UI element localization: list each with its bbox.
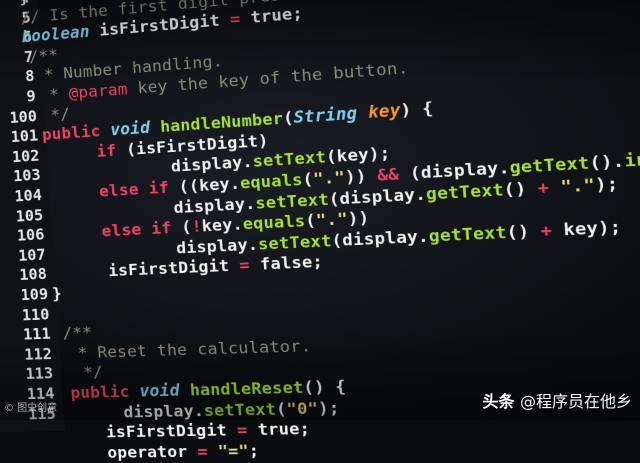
code-token: setText bbox=[254, 189, 330, 213]
code-token: handleReset bbox=[189, 378, 305, 400]
code-token: () bbox=[505, 220, 542, 243]
code-token: )) bbox=[344, 165, 378, 187]
code-line: /** bbox=[29, 45, 59, 66]
line-number: 112 bbox=[23, 344, 53, 364]
code-token: () { bbox=[302, 376, 347, 398]
code-token: key bbox=[367, 100, 402, 123]
code-token: if bbox=[96, 141, 117, 161]
code-line: */ bbox=[73, 363, 104, 382]
code-line: */ bbox=[40, 104, 71, 125]
code-token: equals bbox=[242, 211, 306, 234]
code-token: void bbox=[138, 381, 181, 401]
code-token: ); bbox=[317, 398, 341, 418]
code-token: true; bbox=[239, 3, 304, 29]
code-token: (display. bbox=[330, 226, 430, 251]
code-token: public bbox=[41, 121, 102, 145]
code-token: setText bbox=[203, 399, 277, 420]
code-token: void bbox=[109, 118, 151, 140]
code-token: setText bbox=[257, 231, 333, 254]
code-token: "0" bbox=[285, 398, 319, 419]
watermark-brand: 头条 bbox=[482, 392, 515, 411]
code-token: getText bbox=[508, 153, 591, 178]
code-line: display.setText("0"); bbox=[84, 398, 340, 422]
code-token: } bbox=[19, 0, 30, 7]
line-number: 113 bbox=[25, 364, 54, 384]
line-number: 108 bbox=[18, 265, 48, 285]
code-token: && bbox=[376, 164, 400, 185]
code-token: */ bbox=[40, 104, 71, 125]
watermark-author: 头条 @程序员在他乡 bbox=[482, 388, 632, 412]
code-token: (display. bbox=[328, 184, 427, 209]
code-token: equals bbox=[239, 170, 304, 193]
code-token: else if bbox=[101, 218, 172, 241]
code-token: false; bbox=[249, 252, 324, 275]
code-token: /** bbox=[28, 45, 59, 66]
code-token: )) bbox=[347, 208, 370, 229]
code-line: } bbox=[19, 0, 30, 7]
code-token: "=" bbox=[217, 441, 250, 461]
watermark-credit: © 图虫创意 bbox=[4, 403, 58, 414]
code-token: ) { bbox=[399, 98, 434, 121]
code-token: isFirstDigit bbox=[68, 256, 241, 283]
line-number: 110 bbox=[21, 304, 50, 325]
code-token: */ bbox=[72, 362, 104, 383]
code-token: () bbox=[503, 177, 539, 200]
code-token: key); bbox=[551, 216, 623, 241]
line-number: 111 bbox=[22, 324, 52, 344]
code-token: "." bbox=[315, 209, 349, 231]
code-token: getText bbox=[428, 222, 508, 246]
code-token: true; bbox=[246, 419, 311, 440]
code-line: isFirstDigit = true; bbox=[66, 419, 311, 443]
code-token: @param bbox=[68, 79, 129, 103]
code-token: operator bbox=[67, 441, 199, 463]
code-token: * bbox=[39, 84, 70, 105]
code-token: isFirstDigit bbox=[66, 420, 238, 443]
code-token: } bbox=[51, 284, 63, 304]
line-number: 106 bbox=[16, 225, 45, 245]
code-token: setText bbox=[252, 147, 327, 172]
code-token: ); bbox=[594, 173, 620, 195]
code-editor: 4567891001011021031041051061071081091101… bbox=[0, 0, 640, 462]
code-token: ((key. bbox=[168, 173, 241, 197]
code-line: } bbox=[52, 284, 63, 303]
code-token: * Reset the calculator. bbox=[67, 336, 312, 363]
code-token: /** bbox=[62, 323, 93, 343]
code-token: "." bbox=[559, 174, 596, 197]
code-token: display. bbox=[83, 400, 205, 422]
code-line: /** bbox=[62, 323, 92, 342]
code-token: ( bbox=[170, 217, 193, 238]
code-token: (key); bbox=[325, 143, 392, 167]
line-number: 107 bbox=[17, 245, 47, 265]
code-token: ; bbox=[248, 441, 260, 461]
code-token: (). bbox=[588, 150, 626, 173]
code-line: operator = "="; bbox=[68, 441, 260, 462]
code-token: public bbox=[70, 382, 131, 403]
code-token: "." bbox=[312, 167, 346, 189]
line-number: 109 bbox=[20, 284, 49, 305]
code-token: key. bbox=[201, 214, 244, 236]
code-token: else if bbox=[98, 178, 170, 201]
code-token: getText bbox=[425, 179, 505, 204]
code-line: * Reset the calculator. bbox=[68, 336, 312, 362]
watermark-handle: @程序员在他乡 bbox=[519, 392, 632, 411]
code-token: indexOf bbox=[623, 145, 640, 171]
code-token: String bbox=[293, 103, 358, 128]
